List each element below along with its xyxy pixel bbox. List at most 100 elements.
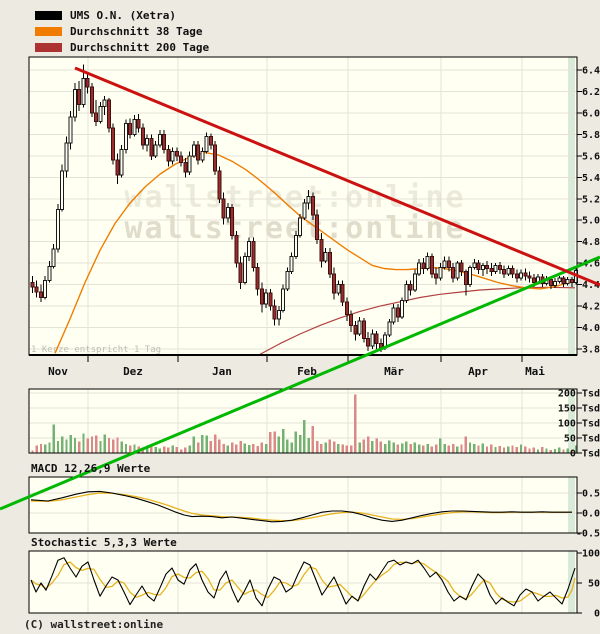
- macd-axis-label: 0.0: [582, 509, 600, 520]
- volume-bar: [511, 445, 514, 453]
- candle-body: [128, 123, 133, 135]
- volume-bar: [439, 438, 442, 453]
- candle-body: [514, 273, 519, 279]
- volume-bar: [120, 441, 123, 453]
- volume-bar: [375, 438, 378, 453]
- volume-bar: [226, 445, 230, 453]
- candle-body: [421, 262, 426, 270]
- candle-body: [489, 268, 494, 273]
- volume-bar: [112, 439, 115, 453]
- candle-body: [476, 262, 481, 271]
- candle-body: [162, 133, 167, 150]
- candle-body: [55, 209, 60, 250]
- volume-bar: [256, 445, 259, 453]
- volume-bar: [184, 447, 187, 453]
- candle-body: [523, 272, 528, 277]
- volume-bar: [515, 447, 518, 453]
- volume-bar: [303, 420, 306, 453]
- volume-bar: [154, 447, 157, 453]
- volume-bar: [162, 446, 166, 453]
- candle-body: [255, 266, 260, 290]
- candle-body: [204, 136, 209, 153]
- volume-bar: [247, 445, 251, 453]
- volume-bar: [307, 438, 310, 453]
- candle-body: [149, 138, 154, 157]
- candle-body: [89, 86, 94, 114]
- volume-bar: [78, 441, 81, 453]
- price-axis-label: 5.2: [582, 194, 600, 205]
- volume-bar: [524, 446, 527, 453]
- volume-bar: [324, 442, 327, 453]
- volume-bar: [485, 446, 489, 453]
- volume-bar: [218, 439, 221, 453]
- volume-bar: [179, 449, 183, 453]
- volume-bar: [188, 445, 191, 453]
- candle-body: [553, 280, 558, 287]
- stoch-axis-label: 100: [582, 549, 600, 560]
- candle-body: [357, 320, 362, 335]
- x-axis-label: Jan: [212, 365, 232, 378]
- legend-label-ma200: Durchschnitt 200 Tage: [70, 40, 210, 54]
- candle-body: [187, 155, 192, 173]
- candle-body: [221, 198, 226, 219]
- candle-body: [268, 292, 273, 307]
- volume-bar: [477, 445, 480, 453]
- volume-bar: [298, 435, 302, 453]
- volume-bar: [61, 436, 64, 453]
- candle-body: [43, 279, 48, 298]
- candle-body: [561, 277, 566, 285]
- volume-bar: [345, 445, 349, 453]
- volume-axis-label: 150 Tsd: [558, 404, 600, 415]
- volume-bar: [405, 441, 408, 453]
- candle-body: [157, 133, 162, 146]
- candle-body: [217, 170, 222, 200]
- price-axis-label: 5.4: [582, 173, 600, 184]
- candle-body: [196, 144, 201, 161]
- price-axis-label: 6.4: [582, 66, 600, 77]
- volume-bar: [528, 448, 531, 453]
- candle-body: [417, 262, 422, 275]
- volume-bar: [56, 441, 60, 453]
- candle-body: [136, 118, 141, 129]
- volume-bar: [260, 442, 264, 453]
- price-axis-label: 4.8: [582, 237, 600, 248]
- volume-bar: [103, 434, 106, 453]
- volume-bar: [171, 445, 174, 453]
- copyright-text: (C) wallstreet:online: [24, 618, 164, 631]
- candle-body: [179, 155, 184, 163]
- volume-bar: [281, 429, 285, 453]
- volume-bar: [468, 442, 472, 453]
- volume-bar: [107, 438, 111, 453]
- volume-bar: [473, 444, 476, 453]
- volume-bar: [243, 443, 247, 453]
- candle-body: [400, 300, 405, 318]
- candle-body: [485, 264, 490, 270]
- volume-bar: [362, 439, 366, 453]
- panel-bg-macd: [29, 477, 577, 533]
- volume-bar: [417, 444, 421, 453]
- candle-body: [119, 148, 124, 176]
- candle-body: [310, 196, 315, 216]
- candle-body: [336, 284, 341, 294]
- recent-band-main: [568, 57, 575, 355]
- legend: UMS O.N. (Xetra) Durchschnitt 38 Tage Du…: [35, 7, 209, 55]
- volume-axis-label: 200 Tsd: [558, 389, 600, 400]
- volume-bar: [451, 444, 455, 453]
- candle-body: [497, 264, 502, 271]
- candle-body: [200, 151, 205, 161]
- volume-bar: [447, 445, 451, 453]
- candle-body: [60, 170, 65, 211]
- volume-bar: [379, 441, 383, 453]
- volume-bar: [388, 440, 391, 453]
- candle-body: [306, 196, 311, 204]
- candle-body: [527, 275, 532, 279]
- candle-body: [327, 251, 332, 275]
- candle-body: [38, 291, 43, 298]
- candle-body: [285, 271, 290, 290]
- candle-body: [319, 239, 324, 262]
- volume-bar: [213, 434, 217, 453]
- volume-bar: [392, 442, 395, 453]
- candle-body: [438, 266, 443, 279]
- stochastic-panel-title: Stochastic 5,3,3 Werte: [31, 536, 177, 549]
- candle-body: [412, 273, 417, 291]
